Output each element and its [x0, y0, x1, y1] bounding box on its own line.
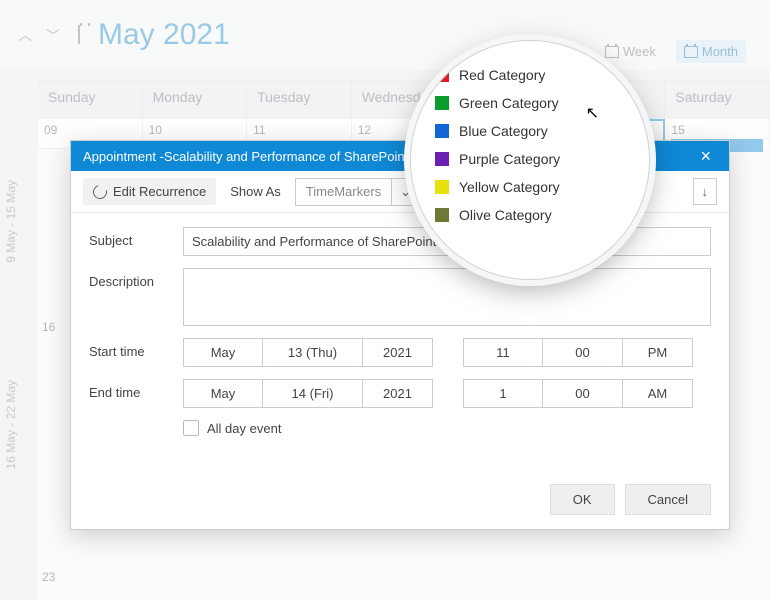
category-swatch — [435, 208, 449, 222]
timemarkers-select[interactable]: TimeMarkers ⌄ — [295, 178, 420, 206]
category-swatch — [435, 152, 449, 166]
end-hour[interactable]: 1 — [463, 379, 543, 408]
category-item[interactable]: Purple Category — [435, 145, 625, 173]
end-ampm[interactable]: AM — [623, 379, 693, 408]
toolbar-dropdown[interactable]: ↓ — [693, 178, 718, 205]
category-label: Blue Category — [459, 123, 548, 139]
start-ampm[interactable]: PM — [623, 338, 693, 367]
start-year[interactable]: 2021 — [363, 338, 433, 367]
subject-label: Subject — [89, 227, 183, 248]
category-swatch — [435, 96, 449, 110]
end-day[interactable]: 14 (Fri) — [263, 379, 363, 408]
category-swatch — [435, 68, 449, 82]
dialog-title: Appointment -Scalability and Performance… — [83, 149, 408, 164]
category-label: Purple Category — [459, 151, 560, 167]
edit-recurrence-button[interactable]: Edit Recurrence — [83, 178, 216, 205]
category-label: Green Category — [459, 95, 559, 111]
cancel-button[interactable]: Cancel — [625, 484, 711, 515]
category-item[interactable]: Yellow Category — [435, 173, 625, 201]
end-time-label: End time — [89, 379, 183, 400]
allday-checkbox[interactable] — [183, 420, 199, 436]
start-time-label: Start time — [89, 338, 183, 359]
category-swatch — [435, 124, 449, 138]
close-button[interactable]: × — [694, 146, 717, 167]
recurrence-icon — [90, 182, 109, 201]
category-swatch — [435, 180, 449, 194]
start-hour[interactable]: 11 — [463, 338, 543, 367]
category-item[interactable]: Olive Category — [435, 201, 625, 229]
category-label: Olive Category — [459, 207, 552, 223]
ok-button[interactable]: OK — [550, 484, 615, 515]
end-year[interactable]: 2021 — [363, 379, 433, 408]
start-month[interactable]: May — [183, 338, 263, 367]
end-min[interactable]: 00 — [543, 379, 623, 408]
category-item[interactable]: Red Category — [435, 61, 625, 89]
show-as-label: Show As — [230, 184, 281, 199]
category-label: Yellow Category — [459, 179, 560, 195]
end-month[interactable]: May — [183, 379, 263, 408]
description-label: Description — [89, 268, 183, 289]
category-popup: Red Category Green Category Blue Category P… — [410, 40, 650, 280]
arrow-down-icon: ↓ — [694, 179, 717, 204]
description-input[interactable] — [183, 268, 711, 326]
start-day[interactable]: 13 (Thu) — [263, 338, 363, 367]
cursor-icon: ↖ — [586, 103, 599, 123]
category-label: Red Category — [459, 67, 545, 83]
allday-label: All day event — [207, 421, 281, 436]
start-min[interactable]: 00 — [543, 338, 623, 367]
